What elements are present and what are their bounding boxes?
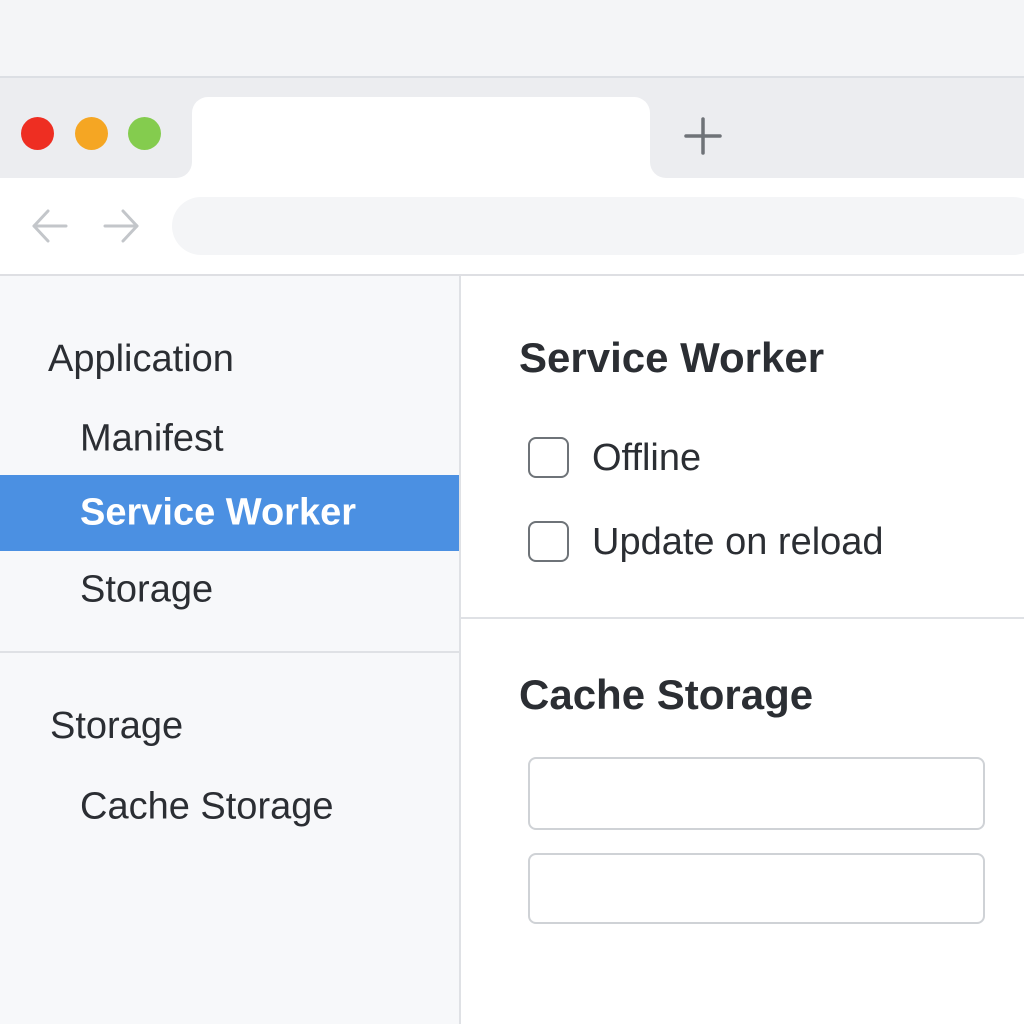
- sidebar-section-storage: Storage: [50, 705, 184, 747]
- sidebar-item-cache-storage[interactable]: Cache Storage: [0, 769, 459, 845]
- offline-checkbox[interactable]: [528, 437, 569, 478]
- forward-button[interactable]: [101, 206, 141, 246]
- sidebar-item-manifest[interactable]: Manifest: [0, 401, 459, 477]
- arrow-left-icon: [32, 209, 68, 243]
- offline-label[interactable]: Offline: [592, 437, 701, 480]
- browser-window: Application Manifest Service Worker Stor…: [0, 0, 1024, 1024]
- maximize-window-button[interactable]: [128, 117, 161, 150]
- sidebar-item-service-worker[interactable]: Service Worker: [0, 475, 459, 551]
- sidebar-item-label: Storage: [80, 568, 214, 611]
- sidebar-item-label: Manifest: [80, 417, 224, 460]
- address-bar[interactable]: [172, 197, 1024, 255]
- close-window-button[interactable]: [21, 117, 54, 150]
- devtools-sidebar: [0, 276, 460, 1024]
- update-on-reload-checkbox[interactable]: [528, 521, 569, 562]
- back-button[interactable]: [30, 206, 70, 246]
- service-worker-heading: Service Worker: [519, 334, 825, 381]
- cache-storage-heading: Cache Storage: [519, 671, 814, 718]
- panel-divider: [461, 617, 1024, 619]
- sidebar-item-storage[interactable]: Storage: [0, 552, 459, 628]
- sidebar-section-application: Application: [48, 338, 234, 380]
- update-on-reload-label[interactable]: Update on reload: [592, 521, 884, 564]
- new-tab-button[interactable]: [680, 113, 726, 159]
- cache-entry[interactable]: [528, 853, 985, 924]
- active-tab[interactable]: [192, 97, 650, 187]
- sidebar-divider: [0, 651, 460, 653]
- minimize-window-button[interactable]: [75, 117, 108, 150]
- title-strip: [0, 0, 1024, 76]
- plus-icon: [684, 117, 722, 155]
- sidebar-item-label: Service Worker: [80, 491, 357, 534]
- cache-entry[interactable]: [528, 757, 985, 830]
- arrow-right-icon: [103, 209, 139, 243]
- sidebar-item-label: Cache Storage: [80, 785, 334, 828]
